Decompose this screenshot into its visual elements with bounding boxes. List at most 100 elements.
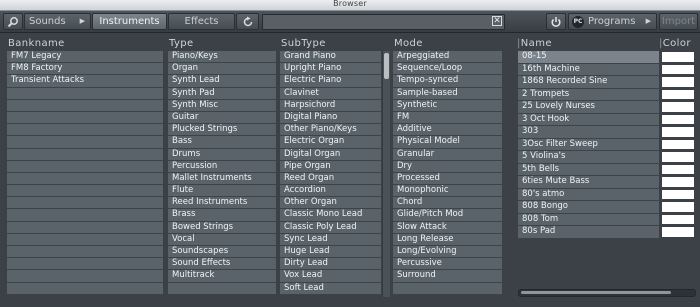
type-item[interactable]: Bowed Strings	[168, 221, 276, 234]
result-item[interactable]: 5 Violina's	[518, 151, 659, 164]
mode-item[interactable]: Monophonic	[393, 185, 502, 198]
result-item[interactable]: 25 Lovely Nurses	[518, 101, 659, 114]
type-item[interactable]: Synth Pad	[168, 87, 276, 100]
bankname-item[interactable]: FM8 Factory	[7, 63, 163, 76]
mode-item[interactable]: Slow Attack	[393, 221, 502, 234]
result-item[interactable]: 6ties Mute Bass	[518, 176, 659, 189]
mode-item[interactable]: Arpeggiated	[393, 51, 502, 64]
color-swatch[interactable]	[660, 226, 696, 239]
bankname-item[interactable]: FM7 Legacy	[7, 51, 163, 64]
mode-item[interactable]: Additive	[393, 124, 502, 137]
results-horizontal-scrollbar[interactable]	[518, 289, 696, 297]
subtype-item[interactable]: Reed Organ	[280, 172, 381, 186]
mode-item[interactable]: FM	[393, 111, 502, 125]
type-item[interactable]: Bass	[168, 136, 276, 149]
mode-item[interactable]: Processed	[393, 172, 502, 186]
color-swatch[interactable]	[660, 126, 696, 139]
subtype-item[interactable]: Dirty Lead	[280, 258, 381, 271]
clear-x-icon[interactable]: ✕	[492, 16, 502, 26]
result-item[interactable]: 808 Tom	[518, 213, 659, 226]
mode-item[interactable]: Surround	[393, 270, 502, 283]
subtype-item[interactable]: Other Organ	[280, 197, 381, 210]
mode-item[interactable]: Chord	[393, 197, 502, 210]
color-swatch[interactable]	[660, 164, 696, 177]
type-item[interactable]: Sound Effects	[168, 258, 276, 271]
subtype-item[interactable]: Grand Piano	[280, 51, 381, 64]
type-item[interactable]: Soundscapes	[168, 246, 276, 259]
mode-item[interactable]: Dry	[393, 160, 502, 173]
subtype-item[interactable]: Digital Piano	[280, 111, 381, 125]
subtype-item[interactable]: Accordion	[280, 185, 381, 198]
mode-item[interactable]: Long/Evolving	[393, 246, 502, 259]
subtype-scrollbar[interactable]	[382, 51, 390, 297]
programs-dropdown[interactable]: PC Programs ▶	[568, 13, 657, 30]
result-item[interactable]: 16th Machine	[518, 63, 659, 76]
color-swatch[interactable]	[660, 51, 696, 64]
subtype-item[interactable]: Electric Organ	[280, 136, 381, 149]
color-swatch[interactable]	[660, 114, 696, 127]
type-item[interactable]: Reed Instruments	[168, 197, 276, 210]
color-swatch[interactable]	[660, 201, 696, 214]
subtype-item[interactable]: Digital Organ	[280, 148, 381, 161]
mode-item[interactable]: Percussive	[393, 258, 502, 271]
mode-item[interactable]: Sample-based	[393, 87, 502, 100]
result-item[interactable]: 808 Bongo	[518, 201, 659, 214]
type-item[interactable]: Guitar	[168, 111, 276, 125]
mode-item[interactable]: Long Release	[393, 233, 502, 246]
type-item[interactable]: Piano/Keys	[168, 51, 276, 64]
color-swatch[interactable]	[660, 101, 696, 114]
color-swatch[interactable]	[660, 176, 696, 189]
result-item[interactable]: 3 Oct Hook	[518, 113, 659, 126]
mode-item[interactable]: Glide/Pitch Mod	[393, 209, 502, 222]
result-item[interactable]: 2 Trompets	[518, 88, 659, 101]
results-scrollbar-thumb[interactable]	[521, 291, 671, 294]
type-item[interactable]: Multitrack	[168, 270, 276, 283]
import-button[interactable]: Import	[659, 13, 698, 30]
mode-header[interactable]: Mode	[394, 38, 423, 49]
type-item[interactable]: Brass	[168, 209, 276, 222]
color-swatch[interactable]	[660, 76, 696, 89]
refresh-button[interactable]	[236, 13, 259, 30]
subtype-item[interactable]: Classic Poly Lead	[280, 221, 381, 234]
sounds-tab[interactable]: Sounds ▶	[24, 13, 91, 30]
subtype-item[interactable]: Classic Mono Lead	[280, 209, 381, 222]
type-item[interactable]: Plucked Strings	[168, 124, 276, 137]
type-item[interactable]: Drums	[168, 148, 276, 161]
color-swatch[interactable]	[660, 89, 696, 102]
type-item[interactable]: Synth Misc	[168, 99, 276, 112]
result-item[interactable]: 303	[518, 126, 659, 139]
color-swatch[interactable]	[660, 64, 696, 77]
mode-item[interactable]: Granular	[393, 148, 502, 161]
name-header[interactable]: |Name	[517, 38, 552, 49]
color-swatch[interactable]	[660, 214, 696, 227]
instruments-tab[interactable]: Instruments	[92, 13, 167, 30]
subtype-scrollbar-thumb[interactable]	[384, 53, 389, 79]
mode-item[interactable]: Tempo-synced	[393, 75, 502, 88]
result-item[interactable]: 08-15	[518, 51, 659, 64]
color-header[interactable]: |Color	[659, 38, 691, 49]
type-item[interactable]: Synth Lead	[168, 75, 276, 88]
mode-item[interactable]: Synthetic	[393, 99, 502, 112]
type-item[interactable]: Mallet Instruments	[168, 172, 276, 186]
subtype-item[interactable]: Electric Piano	[280, 75, 381, 88]
color-swatch[interactable]	[660, 189, 696, 202]
mode-item[interactable]: Physical Model	[393, 136, 502, 149]
power-button[interactable]	[546, 13, 566, 30]
effects-tab[interactable]: Effects	[168, 13, 235, 30]
subtype-item[interactable]: Other Piano/Keys	[280, 124, 381, 137]
subtype-item[interactable]: Huge Lead	[280, 246, 381, 259]
subtype-item[interactable]: Pipe Organ	[280, 160, 381, 173]
bankname-header[interactable]: Bankname	[8, 38, 65, 49]
result-item[interactable]: 5th Bells	[518, 163, 659, 176]
type-item[interactable]: Vocal	[168, 233, 276, 246]
type-header[interactable]: Type	[169, 38, 194, 49]
result-item[interactable]: 3Osc Filter Sweep	[518, 138, 659, 151]
color-swatch[interactable]	[660, 151, 696, 164]
type-item[interactable]: Organ	[168, 63, 276, 76]
result-item[interactable]: 80's atmo	[518, 188, 659, 201]
color-swatch[interactable]	[660, 139, 696, 152]
result-item[interactable]: 80s Pad	[518, 226, 659, 239]
mode-item[interactable]: Sequence/Loop	[393, 63, 502, 76]
subtype-item[interactable]: Upright Piano	[280, 63, 381, 76]
subtype-item[interactable]: Vox Lead	[280, 270, 381, 283]
